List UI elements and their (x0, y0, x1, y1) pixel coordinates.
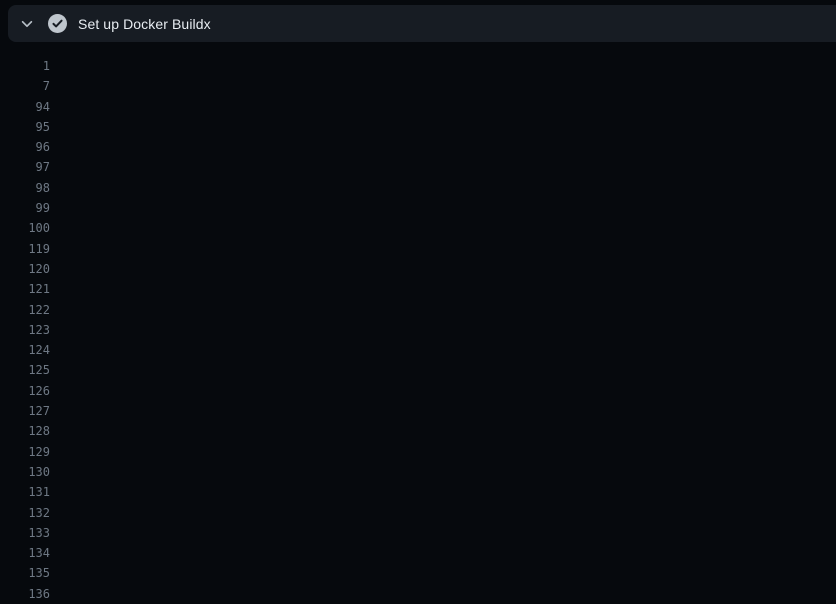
log-line-content: "nodes": [ (50, 279, 836, 299)
log-line: 125 "status": "running", (0, 360, 836, 380)
log-line-content: ▶Docker info (50, 76, 836, 96)
line-number[interactable]: 100 (0, 218, 50, 238)
log-line: 99 builder-d9cfb5a1-c764-445a-a57e-0b19d… (0, 198, 836, 218)
line-number[interactable]: 7 (0, 76, 50, 96)
log-line-content: "lastActivity": "2023-02-25T11:58:12.000… (50, 523, 836, 543)
line-number[interactable]: 134 (0, 543, 50, 563)
line-number[interactable]: 122 (0, 300, 50, 320)
log-line[interactable]: 135 ▼BuildKit version (0, 563, 836, 583)
line-number[interactable]: 99 (0, 198, 50, 218)
log-line: 129 } (0, 442, 836, 462)
line-number[interactable]: 119 (0, 239, 50, 259)
log-line: 122 { (0, 300, 836, 320)
log-line-content: ], (50, 462, 836, 482)
log-line-content: "driver": "docker-container", (50, 503, 836, 523)
log-line: 132 "driver": "docker-container", (0, 503, 836, 523)
log-line-content: builder-d9cfb5a1-c764-445a-a57e-0b19d2e6… (50, 584, 836, 604)
line-number[interactable]: 120 (0, 259, 50, 279)
line-number[interactable]: 1 (0, 56, 50, 76)
line-number[interactable]: 97 (0, 157, 50, 177)
log-line[interactable]: 97 ▼Creating a new builder instance (0, 157, 836, 177)
log-line-content: ▶Run ./ (50, 56, 836, 76)
log-line-content: "name": "builder-d9cfb5a1-c764-445a-a57e… (50, 320, 836, 340)
check-circle-icon (48, 14, 67, 33)
line-number[interactable]: 136 (0, 584, 50, 604)
log-line: 96 github.com/docker/buildx 0.10.3+azure… (0, 137, 836, 157)
line-number[interactable]: 129 (0, 442, 50, 462)
log-line-content: ▼Creating a new builder instance (50, 157, 836, 177)
log-line-content: github.com/docker/buildx 0.10.3+azure-1 … (50, 137, 836, 157)
line-number[interactable]: 127 (0, 401, 50, 421)
line-number[interactable]: 96 (0, 137, 50, 157)
log-line[interactable]: 94 ▼Buildx version (0, 97, 836, 117)
line-number[interactable]: 94 (0, 97, 50, 117)
line-number[interactable]: 133 (0, 523, 50, 543)
log-line-content: "endpoint": "unix:///var/run/docker.sock… (50, 340, 836, 360)
log-line: 130 ], (0, 462, 836, 482)
line-number[interactable]: 131 (0, 482, 50, 502)
log-line: 133 "lastActivity": "2023-02-25T11:58:12… (0, 523, 836, 543)
log-line: 124 "endpoint": "unix:///var/run/docker.… (0, 340, 836, 360)
log-line-content: builder-d9cfb5a1-c764-445a-a57e-0b19d2e6… (50, 198, 836, 218)
log-body: 1 ▶Run ./ 7 ▶Docker info 94 ▼Buildx vers… (0, 56, 836, 604)
line-number[interactable]: 98 (0, 178, 50, 198)
log-line: 126 "buildkitd-flags": "--allow-insecure… (0, 381, 836, 401)
line-number[interactable]: 121 (0, 279, 50, 299)
log-line: 120 { (0, 259, 836, 279)
log-line: 128 "platforms": "linux/amd64,linux/amd6… (0, 421, 836, 441)
log-line: 134 } (0, 543, 836, 563)
log-line: 136 builder-d9cfb5a1-c764-445a-a57e-0b19… (0, 584, 836, 604)
log-line-content: /usr/bin/docker buildx version (50, 117, 836, 137)
log-line-content: "buildkitd-flags": "--allow-insecure-ent… (50, 381, 836, 401)
line-number[interactable]: 95 (0, 117, 50, 137)
log-line-content: { (50, 259, 836, 279)
line-number[interactable]: 130 (0, 462, 50, 482)
log-line-content: ▶Booting builder (50, 218, 836, 238)
log-line: 127 "buildkit": "v0.11.3", (0, 401, 836, 421)
log-line: 98 /usr/bin/docker buildx create --name … (0, 178, 836, 198)
log-line: 121 "nodes": [ (0, 279, 836, 299)
line-number[interactable]: 125 (0, 360, 50, 380)
log-line-content: "name": "builder-d9cfb5a1-c764-445a-a57e… (50, 482, 836, 502)
log-line-content: "status": "running", (50, 360, 836, 380)
log-line-content: } (50, 442, 836, 462)
log-line-content: ▼Buildx version (50, 97, 836, 117)
log-line-content: /usr/bin/docker buildx create --name bui… (50, 178, 836, 198)
log-line-content: "buildkit": "v0.11.3", (50, 401, 836, 421)
line-number[interactable]: 123 (0, 320, 50, 340)
log-line[interactable]: 7 ▶Docker info (0, 76, 836, 96)
step-header[interactable]: Set up Docker Buildx (8, 5, 836, 42)
line-number[interactable]: 124 (0, 340, 50, 360)
line-number[interactable]: 132 (0, 503, 50, 523)
log-line-content: ▼Inspect builder (50, 239, 836, 259)
chevron-down-icon[interactable] (20, 17, 34, 31)
line-number[interactable]: 126 (0, 381, 50, 401)
log-line-content: } (50, 543, 836, 563)
line-number[interactable]: 128 (0, 421, 50, 441)
log-line: 95 /usr/bin/docker buildx version (0, 117, 836, 137)
line-number[interactable]: 135 (0, 563, 50, 583)
log-line-content: { (50, 300, 836, 320)
log-line: 131 "name": "builder-d9cfb5a1-c764-445a-… (0, 482, 836, 502)
log-line[interactable]: 119 ▼Inspect builder (0, 239, 836, 259)
log-line-content: ▼BuildKit version (50, 563, 836, 583)
log-line-content: "platforms": "linux/amd64,linux/amd64/v2… (50, 421, 836, 441)
log-line[interactable]: 1 ▶Run ./ (0, 56, 836, 76)
log-line[interactable]: 100 ▶Booting builder (0, 218, 836, 238)
log-line: 123 "name": "builder-d9cfb5a1-c764-445a-… (0, 320, 836, 340)
step-title: Set up Docker Buildx (78, 16, 211, 32)
